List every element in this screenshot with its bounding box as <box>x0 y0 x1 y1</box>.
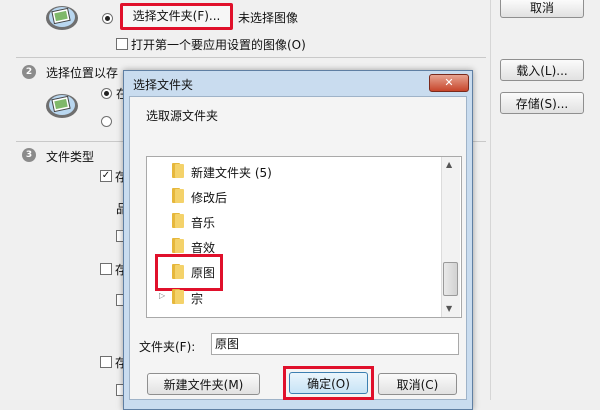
save-psd-checkbox[interactable] <box>100 263 112 275</box>
tree-item-new-folder-5[interactable]: 新建文件夹 (5) <box>191 164 272 181</box>
tree-item-zong[interactable]: 宗 <box>191 290 203 307</box>
dialog-prompt: 选取源文件夹 <box>146 109 219 123</box>
cancel-button[interactable]: 取消 <box>500 0 584 18</box>
folder-field-label: 文件夹(F): <box>139 340 196 354</box>
save-same-location-radio[interactable] <box>101 88 112 99</box>
scroll-down-icon[interactable]: ▼ <box>446 304 452 313</box>
scroll-up-icon[interactable]: ▲ <box>446 160 452 169</box>
folder-icon <box>170 238 184 253</box>
expand-arrow-icon[interactable]: ▷ <box>159 291 165 300</box>
tree-item-modified[interactable]: 修改后 <box>191 189 227 206</box>
save-settings-button[interactable]: 存储(S)... <box>500 92 584 114</box>
save-other-folder-radio[interactable] <box>101 116 112 127</box>
tree-item-original[interactable]: 原图 <box>191 264 215 281</box>
load-button[interactable]: 载入(L)... <box>500 59 584 81</box>
open-first-image-checkbox[interactable] <box>116 38 128 50</box>
tree-item-music[interactable]: 音乐 <box>191 214 215 231</box>
no-image-status: 未选择图像 <box>238 11 299 25</box>
section-2-title: 选择位置以存 <box>46 66 119 80</box>
select-folder-button[interactable]: 选择文件夹(F)... <box>120 3 233 30</box>
step-2-badge: 2 <box>22 65 36 79</box>
ok-button[interactable]: 确定(O) <box>289 372 368 394</box>
panel-divider <box>490 0 491 400</box>
dialog-close-button[interactable]: ✕ <box>429 74 469 92</box>
save-tiff-checkbox[interactable] <box>100 356 112 368</box>
source-folder-radio[interactable] <box>102 13 113 24</box>
dialog-title: 选择文件夹 <box>133 78 194 92</box>
photo-stack-icon <box>44 2 80 32</box>
folder-path-input[interactable]: 原图 <box>211 333 459 355</box>
section-separator <box>16 57 486 58</box>
tree-scrollbar-thumb[interactable] <box>443 262 458 296</box>
folder-icon <box>170 163 184 178</box>
photo-stack-icon <box>44 90 80 120</box>
dialog-cancel-button[interactable]: 取消(C) <box>378 373 457 395</box>
folder-icon <box>170 264 184 279</box>
folder-icon <box>170 289 184 304</box>
new-folder-button[interactable]: 新建文件夹(M) <box>147 373 260 395</box>
folder-icon <box>170 188 184 203</box>
save-jpeg-checkbox[interactable]: ✓ <box>100 170 112 182</box>
step-3-badge: 3 <box>22 148 36 162</box>
open-first-image-label: 打开第一个要应用设置的图像(O) <box>131 38 306 52</box>
section-3-title: 文件类型 <box>46 150 95 164</box>
folder-icon <box>170 213 184 228</box>
